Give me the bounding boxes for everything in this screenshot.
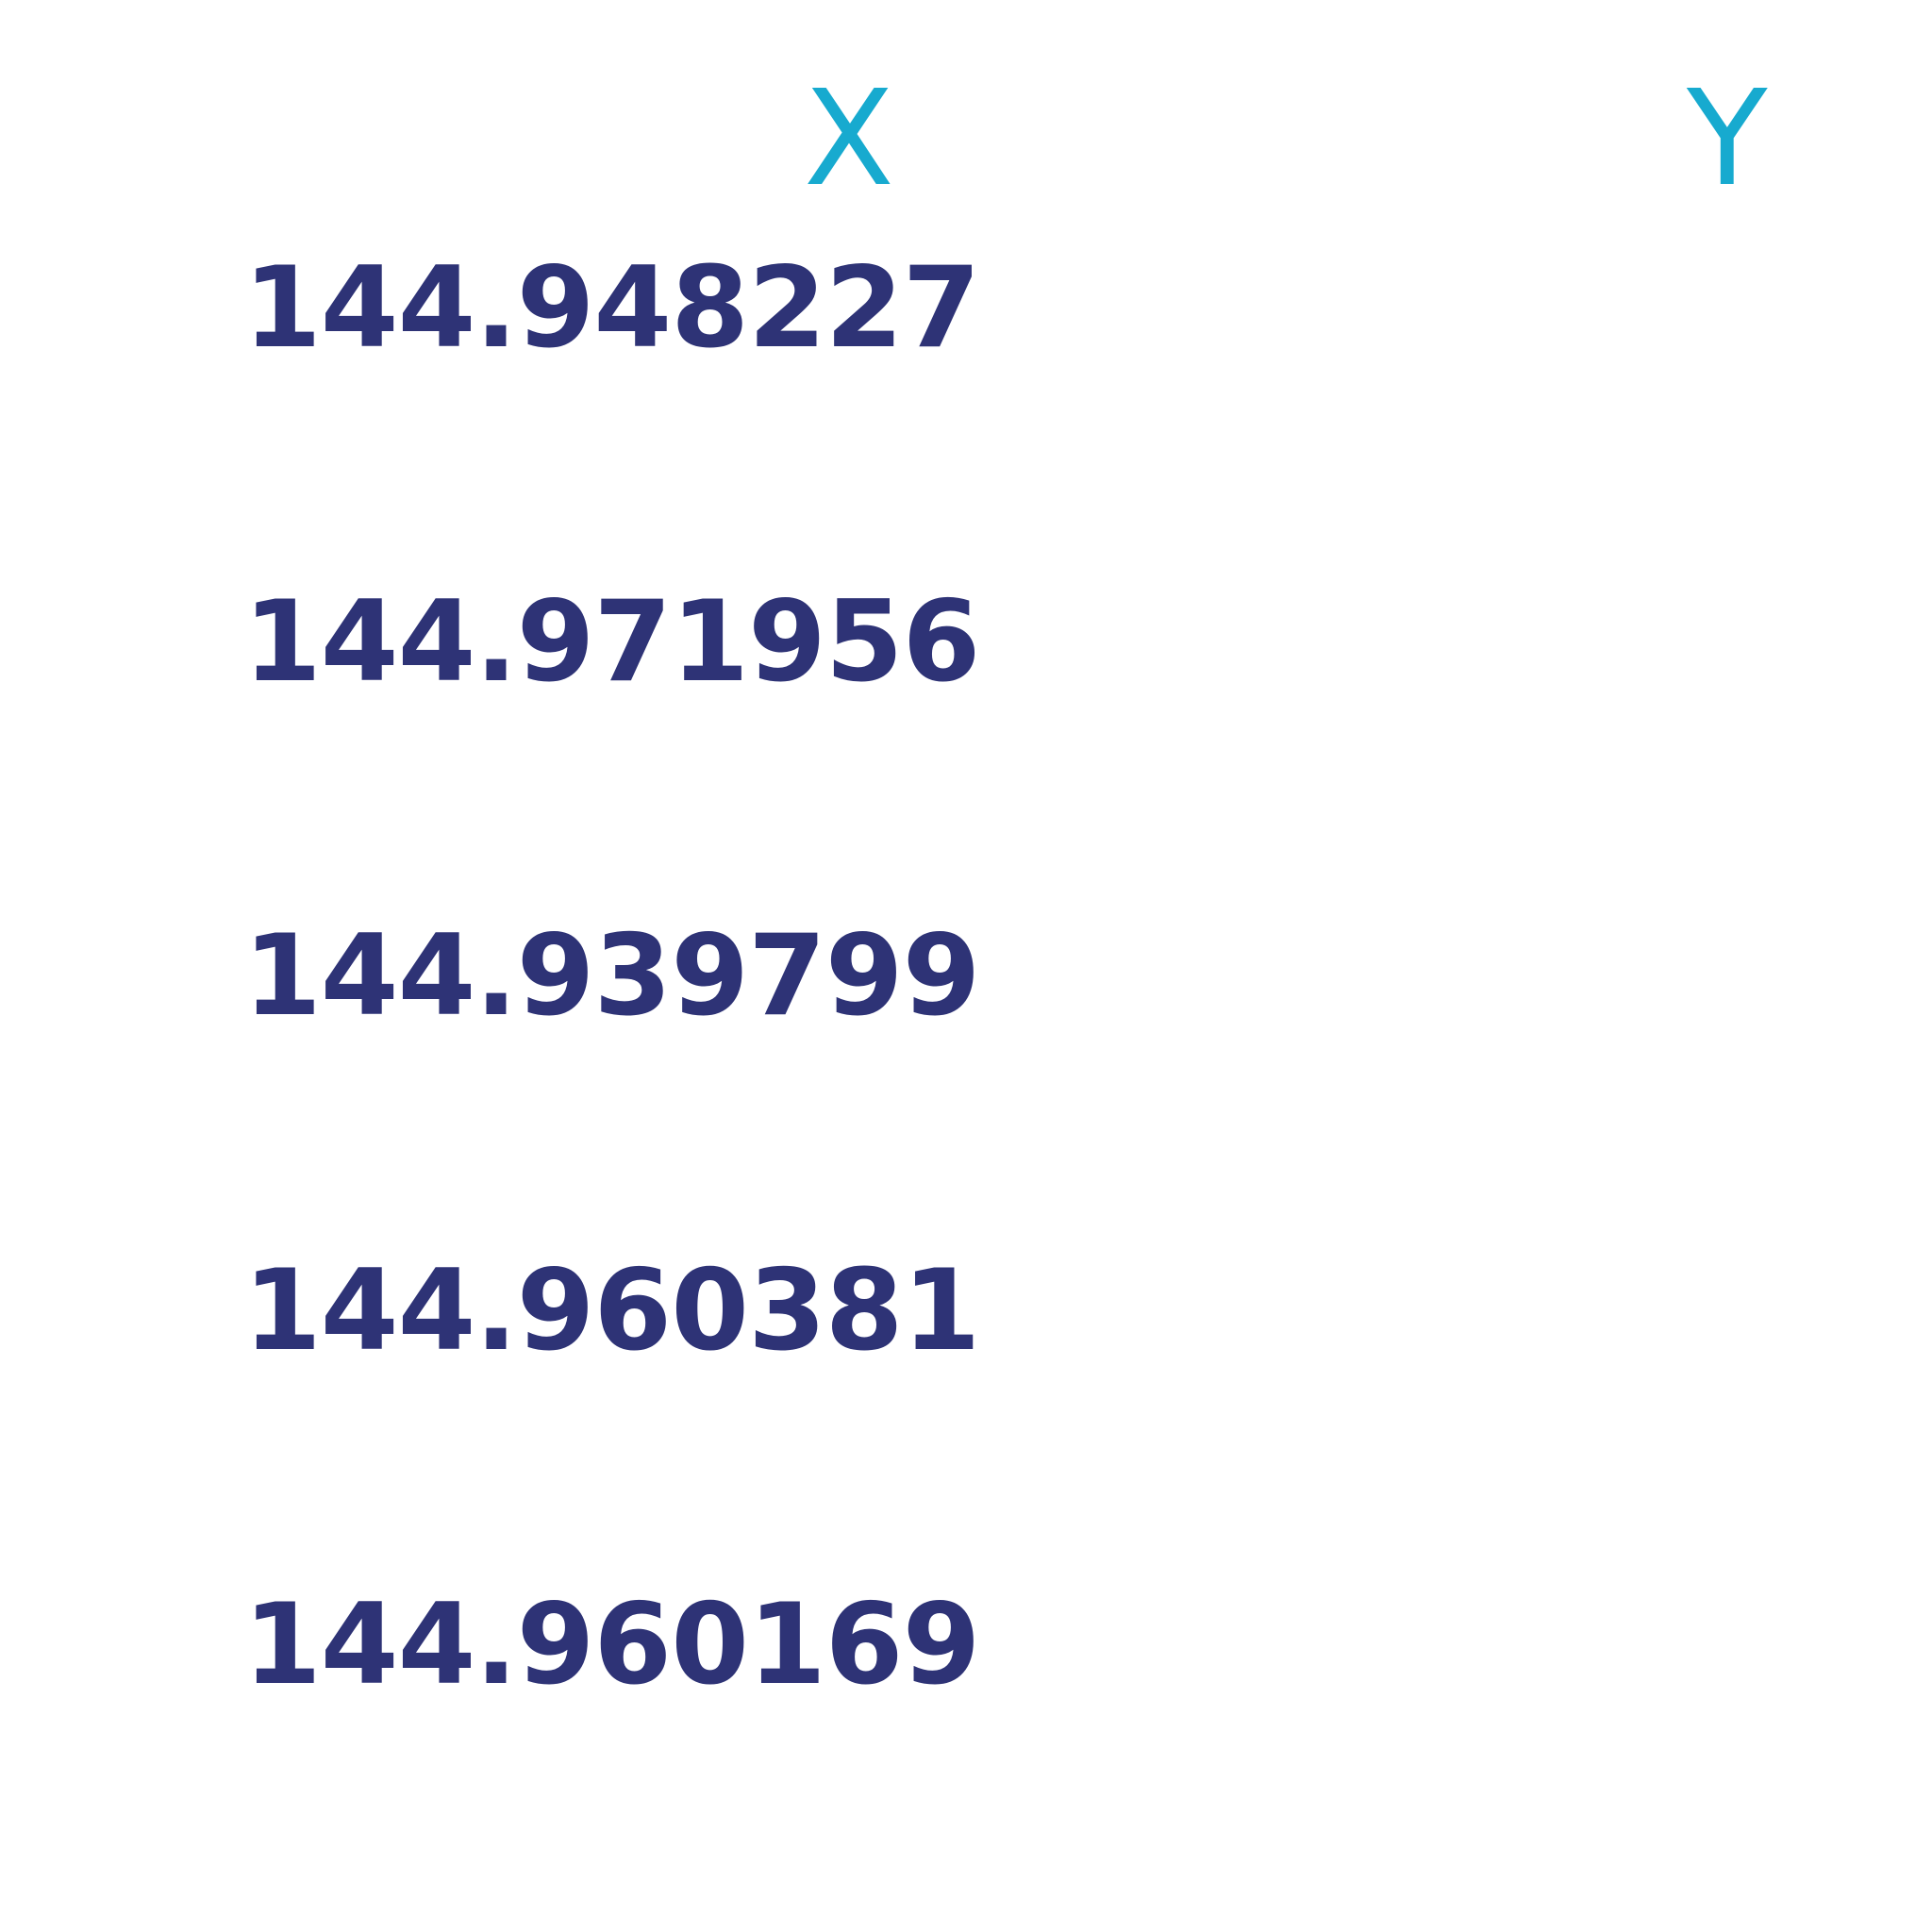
column-header-y: Y xyxy=(1687,62,1768,216)
x-value-row-2: 144.971956 xyxy=(243,577,980,708)
x-value-row-4: 144.960381 xyxy=(243,1246,980,1376)
x-value-row-5: 144.960169 xyxy=(243,1580,980,1710)
x-value-row-1: 144.948227 xyxy=(243,243,980,374)
column-header-x: X xyxy=(804,62,894,216)
x-value-row-3: 144.939799 xyxy=(243,911,980,1041)
